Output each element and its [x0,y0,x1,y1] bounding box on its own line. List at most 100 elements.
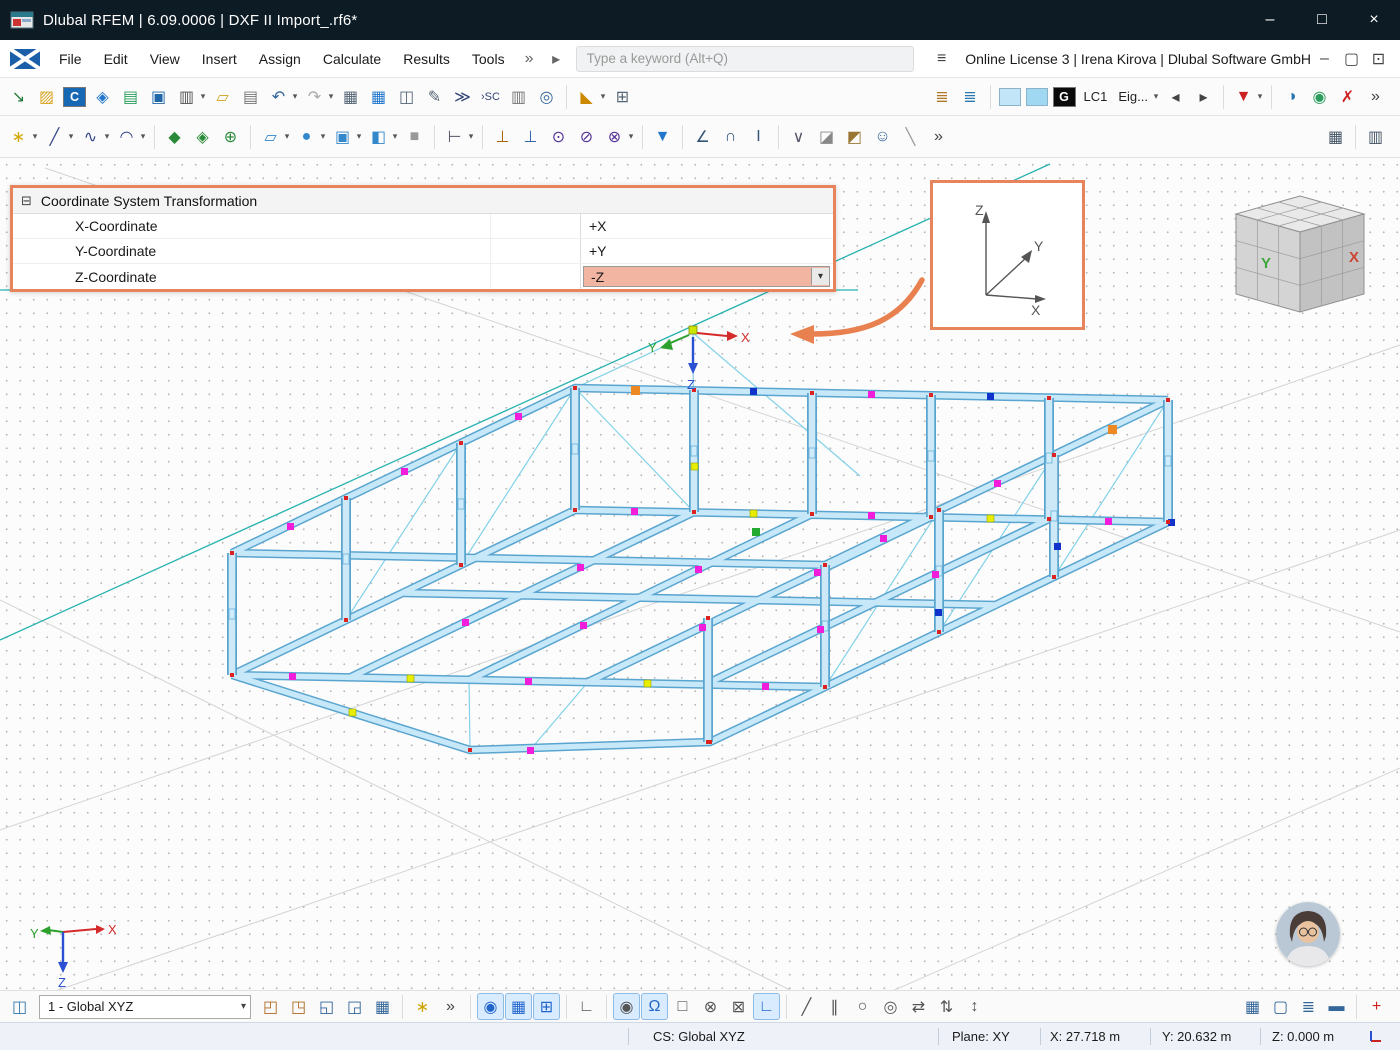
eraser-icon[interactable]: ◪ [813,123,840,150]
table-manager-icon[interactable]: ▦ [365,83,392,110]
keyword-search-input[interactable] [576,46,915,72]
menu-item-assign[interactable]: Assign [248,40,312,78]
slash-tool-icon[interactable]: ╲ [897,123,924,150]
snap-magnet-toggle[interactable]: Ω [641,993,668,1020]
filter-funnel-icon[interactable]: ▼ [649,123,676,150]
viewport-panes-icon[interactable]: ◫ [6,993,33,1020]
line-tool-icon-caret[interactable]: ▾ [66,131,76,142]
coordinate-system-select[interactable]: 1 - Global XYZ ▾ [39,995,251,1019]
user-avatar[interactable] [1276,902,1340,966]
import-dxf-icon[interactable]: ↘ [5,83,32,110]
member-set-icon[interactable]: ◈ [189,123,216,150]
result-diagram-icon[interactable]: ∠ [689,123,716,150]
snap-point-toggle[interactable]: ◉ [613,993,640,1020]
ortho-toggle[interactable]: ∟ [753,993,780,1020]
dir-vert-icon[interactable]: ⇅ [933,993,960,1020]
redo-icon-caret[interactable]: ▾ [326,91,336,102]
menu-item-view[interactable]: View [139,40,191,78]
copy-cube-icon[interactable]: ■ [401,123,428,150]
arc-tool-icon-caret[interactable]: ▾ [138,131,148,142]
load-case-label[interactable]: LC1 [1079,89,1113,104]
next-case-icon[interactable]: ▸ [1190,83,1217,110]
release-icon[interactable]: ⊘ [573,123,600,150]
menu-item-insert[interactable]: Insert [191,40,248,78]
nodal-support-icon[interactable]: ⊥ [489,123,516,150]
panel-toggle-icon[interactable]: ▢ [1267,993,1294,1020]
draw-ellipse-icon[interactable]: ◎ [877,993,904,1020]
measure-tool-icon-caret[interactable]: ▾ [466,131,476,142]
menu-item-tools[interactable]: Tools [461,40,516,78]
command-search-icon[interactable]: ≡ [928,45,955,72]
web-icon[interactable]: ◎ [533,83,560,110]
snap-cross-toggle[interactable]: ⊗ [697,993,724,1020]
rigid-link-icon[interactable]: ⊗ [601,123,628,150]
member-tool-icon[interactable]: ◆ [161,123,188,150]
printout-icon[interactable]: ▥ [505,83,532,110]
solid-bar-icon[interactable]: ▬ [1323,993,1350,1020]
comment-icon[interactable]: ▱ [209,83,236,110]
draw-parallel-icon[interactable]: ∥ [821,993,848,1020]
menubar-expand-icon[interactable]: ▸ [543,45,570,72]
open-model-icon[interactable]: ▨ [33,83,60,110]
tables-grid-icon[interactable]: ▦ [1322,123,1349,150]
z-coordinate-select[interactable]: -Z ▾ [583,266,830,287]
diagram-icon[interactable]: ◫ [393,83,420,110]
ucs-icon[interactable]: + [1363,993,1390,1020]
check-tool-icon[interactable]: ∨ [785,123,812,150]
hinge-icon[interactable]: ⊙ [545,123,572,150]
visibility-icon[interactable]: ◑ [1278,83,1305,110]
node-tool-icon[interactable]: ∗ [5,123,32,150]
y-coordinate-value[interactable]: +Y [581,243,607,259]
menu-item-edit[interactable]: Edit [93,40,139,78]
menu-item-calculate[interactable]: Calculate [312,40,392,78]
edit-doc-icon[interactable]: ✎ [421,83,448,110]
snap-line-toggle[interactable]: ⊞ [533,993,560,1020]
eigenvalue-select-caret[interactable]: ▾ [1151,91,1161,102]
close-button[interactable]: × [1348,0,1400,40]
measure-tool-icon[interactable]: ⊢ [441,123,468,150]
menu-item-results[interactable]: Results [392,40,461,78]
layers-icon[interactable]: ≣ [1295,993,1322,1020]
snap-grid-toggle[interactable]: ▦ [505,993,532,1020]
block-tool-icon-caret[interactable]: ▾ [390,131,400,142]
section-cut-icon[interactable]: ∩ [717,123,744,150]
draw-line-icon[interactable]: ╱ [793,993,820,1020]
snap-settings-icon[interactable]: ∗ [409,993,436,1020]
plane-offset-icon[interactable]: ◳ [285,993,312,1020]
grid-settings-icon[interactable]: ▦ [369,993,396,1020]
cancel-icon[interactable]: ✗ [1334,83,1361,110]
new-table-icon[interactable]: ▦ [337,83,364,110]
member-release-icon[interactable]: ⊕ [217,123,244,150]
ribbon-minimize-icon[interactable]: – [1311,45,1338,72]
renumber-icon[interactable]: ⊞ [609,83,636,110]
redo-icon[interactable]: ↷ [301,83,328,110]
maximize-button[interactable]: □ [1296,0,1348,40]
ribbon-pin-icon[interactable]: ⊡ [1365,45,1392,72]
line-tool-icon[interactable]: ╱ [41,123,68,150]
snap-node-toggle[interactable]: ◉ [477,993,504,1020]
rigid-link-icon-caret[interactable]: ▾ [626,131,636,142]
script-icon[interactable]: ›SC [477,83,504,110]
dir-swap-icon[interactable]: ⇄ [905,993,932,1020]
bottom-overflow-icon[interactable]: » [437,993,464,1020]
work-plane-icon[interactable]: ◰ [257,993,284,1020]
export-icon[interactable]: ≫ [449,83,476,110]
polyline-tool-icon-caret[interactable]: ▾ [102,131,112,142]
select-caret-icon[interactable]: ▾ [241,1001,246,1012]
plane-grid-icon[interactable]: ◲ [341,993,368,1020]
toolbar1-overflow-icon[interactable]: » [1362,83,1389,110]
report-icon[interactable]: ▤ [237,83,264,110]
gallery-icon[interactable]: ▤ [117,83,144,110]
view-globe-icon[interactable]: ◉ [1306,83,1333,110]
dir-diag-icon[interactable]: ↕ [961,993,988,1020]
ribbon-layout-icon[interactable]: ▢ [1338,45,1365,72]
plane-corner-icon[interactable]: ∟ [573,993,600,1020]
case-filter-icon-caret[interactable]: ▾ [1255,91,1265,102]
undo-icon-caret[interactable]: ▾ [290,91,300,102]
undo-icon[interactable]: ↶ [265,83,292,110]
add-user-icon[interactable]: ☺ [869,123,896,150]
case-filter-icon[interactable]: ▼ [1230,83,1257,110]
opening-tool-icon-caret[interactable]: ▾ [354,131,364,142]
dlubal-connect-icon[interactable]: C [63,87,86,107]
collapse-icon[interactable]: ⊟ [21,193,32,209]
